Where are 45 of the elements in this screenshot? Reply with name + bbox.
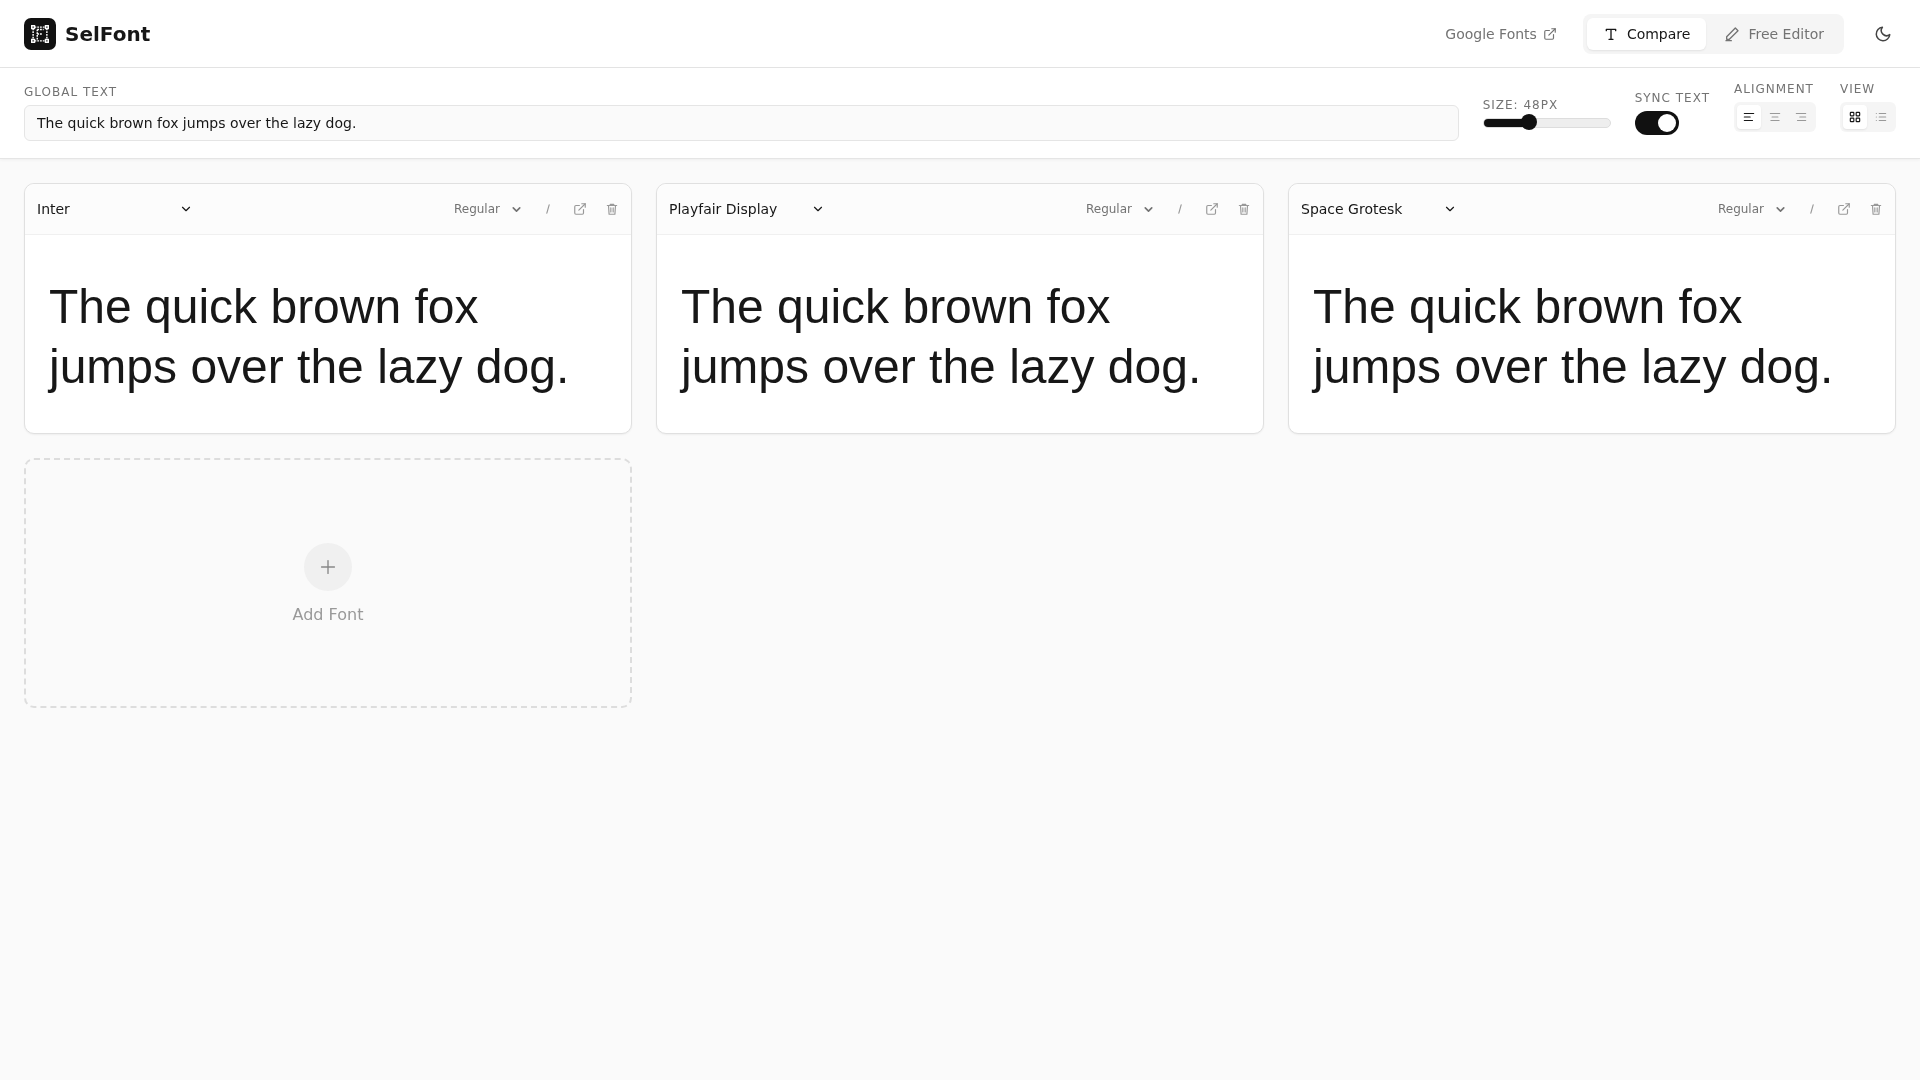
delete-button[interactable] <box>1237 202 1251 216</box>
open-link-button[interactable] <box>573 202 587 216</box>
weight-dropdown[interactable]: Regular <box>1085 202 1155 216</box>
add-font-button[interactable]: Add Font <box>24 458 632 708</box>
alignment-button[interactable] <box>1737 105 1761 129</box>
slider-thumb[interactable] <box>1521 114 1537 130</box>
moon-icon <box>1874 24 1892 43</box>
logo-icon <box>24 17 56 50</box>
global-text-field[interactable]: The quick brown fox jumps over the lazy dog. <box>24 105 1459 141</box>
font-preview-text: The quick brown fox jumps over the lazy dog. <box>1310 279 1835 395</box>
app-name: SelFont <box>65 21 151 46</box>
font-dropdown[interactable]: Playfair Display <box>669 201 825 217</box>
mode-tab[interactable]: Compare <box>1586 17 1707 50</box>
external-link-icon <box>1542 26 1557 41</box>
google-fonts-link[interactable]: Google Fonts <box>1445 25 1557 42</box>
delete-button[interactable] <box>605 202 619 216</box>
view-label: VIEW <box>1840 82 1877 96</box>
weight-dropdown[interactable]: Regular <box>453 202 523 216</box>
font-dropdown[interactable]: Space Grotesk <box>1301 201 1457 217</box>
mode-tab[interactable]: Free Editor <box>1708 17 1840 50</box>
font-dropdown[interactable]: Inter <box>37 201 193 217</box>
weight-dropdown[interactable]: Regular <box>1717 202 1787 216</box>
align-left-icon <box>1742 110 1756 124</box>
global-text-label: GLOBAL TEXT <box>24 85 119 99</box>
external-link-icon <box>573 202 587 216</box>
font-preview-text: The quick brown fox jumps over the lazy dog. <box>678 279 1203 395</box>
grid-icon <box>1848 110 1862 124</box>
sync-text-toggle[interactable] <box>1634 111 1679 135</box>
align-center-icon <box>1768 110 1782 124</box>
delete-button[interactable] <box>1869 202 1883 216</box>
trash-icon <box>1869 202 1883 216</box>
open-link-button[interactable] <box>1837 202 1851 216</box>
trash-icon <box>1237 202 1251 216</box>
size-label: SIZE: 48PX <box>1482 98 1560 112</box>
sync-text-label: SYNC TEXT <box>1634 91 1710 105</box>
list-icon <box>1874 110 1888 124</box>
pencil-icon <box>1724 25 1741 42</box>
alignment-label: ALIGNMENT <box>1734 82 1815 96</box>
open-link-button[interactable] <box>1205 202 1219 216</box>
external-link-icon <box>1837 202 1851 216</box>
external-link-icon <box>1205 202 1219 216</box>
align-right-icon <box>1794 110 1808 124</box>
font-preview-text: The quick brown fox jumps over the lazy dog. <box>46 279 571 395</box>
trash-icon <box>605 202 619 216</box>
view-button[interactable] <box>1843 105 1867 129</box>
